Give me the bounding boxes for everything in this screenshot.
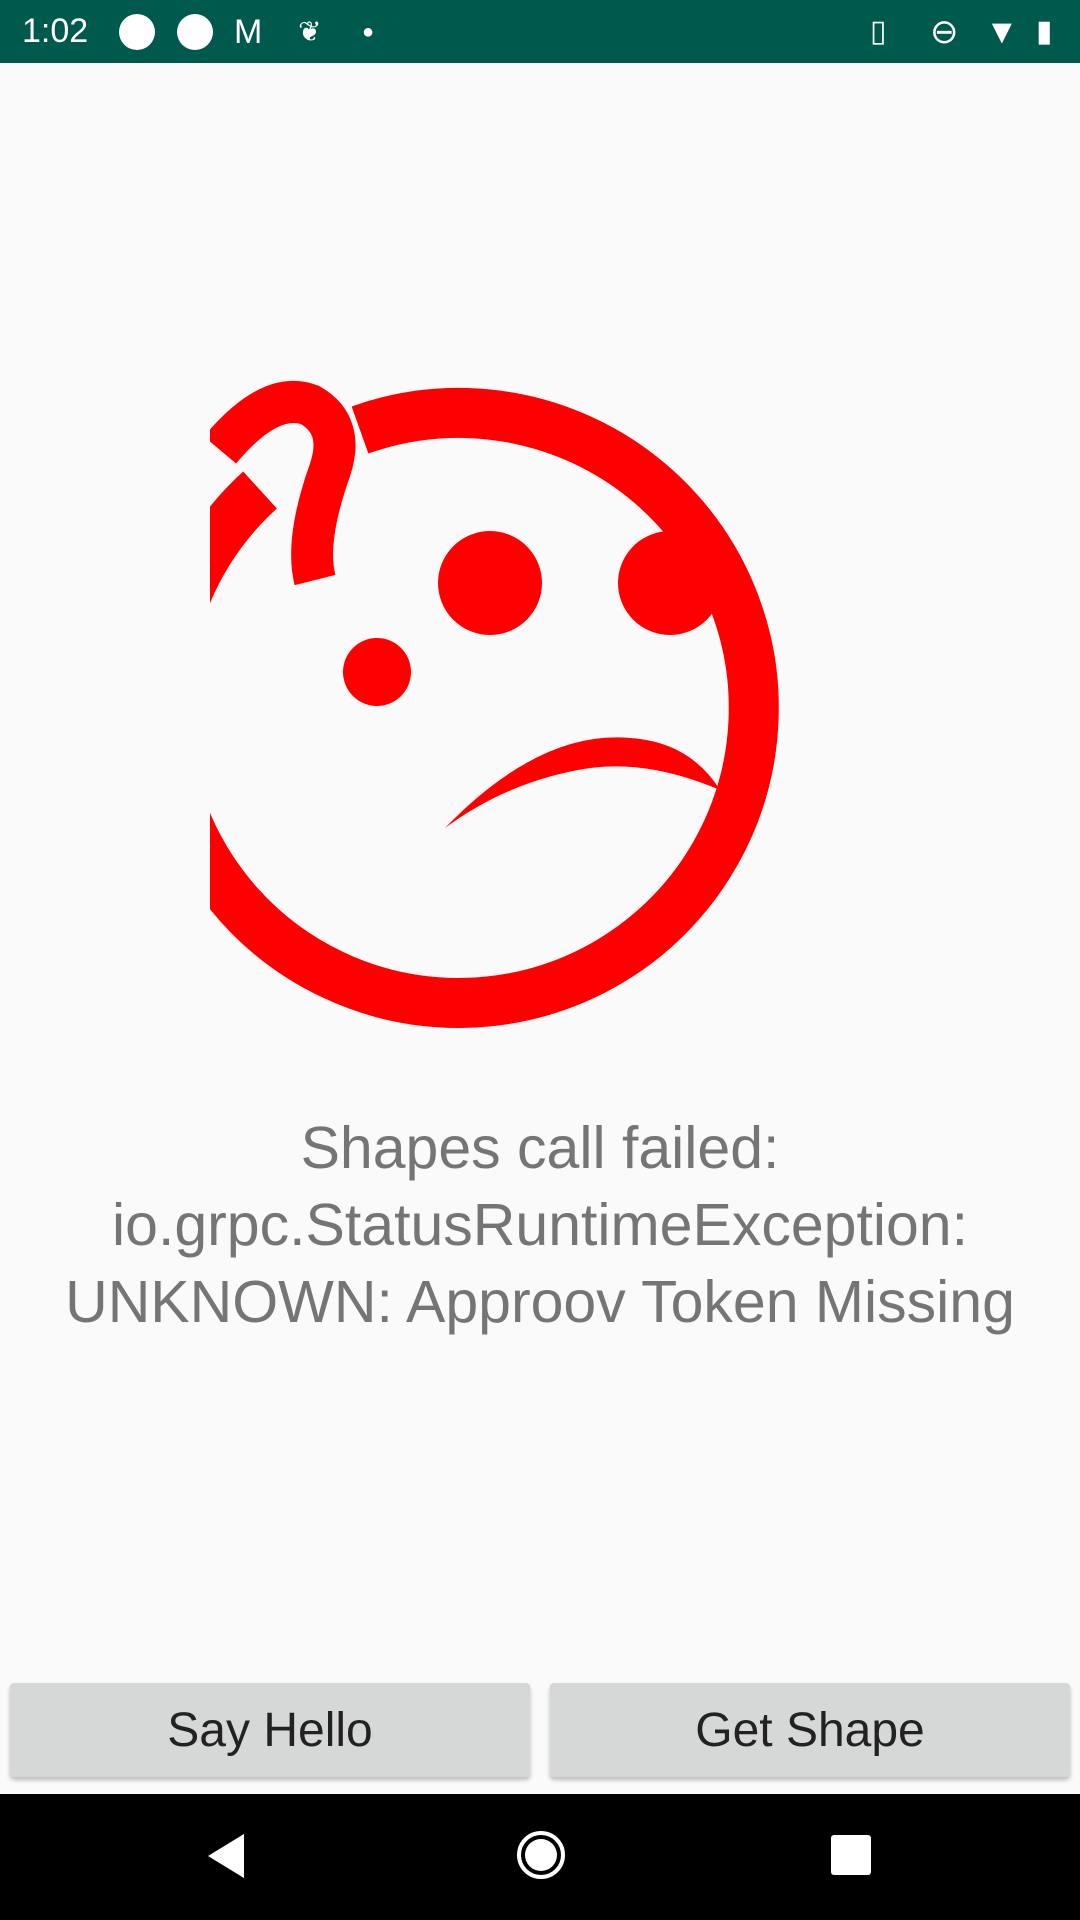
frown-mouth [445, 737, 720, 828]
error-line-2: io.grpc.StatusRuntimeException: [112, 1192, 968, 1258]
question-dot [343, 638, 411, 706]
status-bar: 1:02 M ❦ ● ▯ ⊖ ▼ ▮ [0, 0, 1080, 63]
battery-icon: ▮ [1036, 15, 1053, 48]
notification-dot-icon [119, 14, 155, 50]
error-line-3: UNKNOWN: Approov Token Missing [65, 1269, 1015, 1335]
recents-icon[interactable] [830, 1834, 872, 1876]
more-notifications-icon: ● [362, 21, 375, 43]
do-not-disturb-icon: ⊖ [930, 13, 959, 51]
notification-dot-icon [177, 14, 213, 50]
navigation-bar [0, 1794, 1080, 1920]
back-icon[interactable] [204, 1832, 248, 1880]
left-eye [438, 531, 542, 635]
sad-face-question-icon [210, 381, 779, 1028]
status-time: 1:02 [22, 12, 89, 50]
vibrate-icon: ▯ [870, 15, 887, 48]
error-line-1: Shapes call failed: [300, 1115, 780, 1181]
get-shape-button[interactable]: Get Shape [550, 1683, 1070, 1777]
gmail-icon: M [234, 13, 263, 51]
face-outline [210, 387, 779, 1028]
error-message: Shapes call failed: io.grpc.StatusRuntim… [0, 1110, 1080, 1341]
right-eye [618, 531, 722, 635]
app-notification-icon: ❦ [298, 16, 322, 47]
home-icon[interactable] [515, 1829, 567, 1881]
say-hello-button[interactable]: Say Hello [10, 1683, 530, 1777]
wifi-icon: ▼ [985, 13, 1019, 51]
